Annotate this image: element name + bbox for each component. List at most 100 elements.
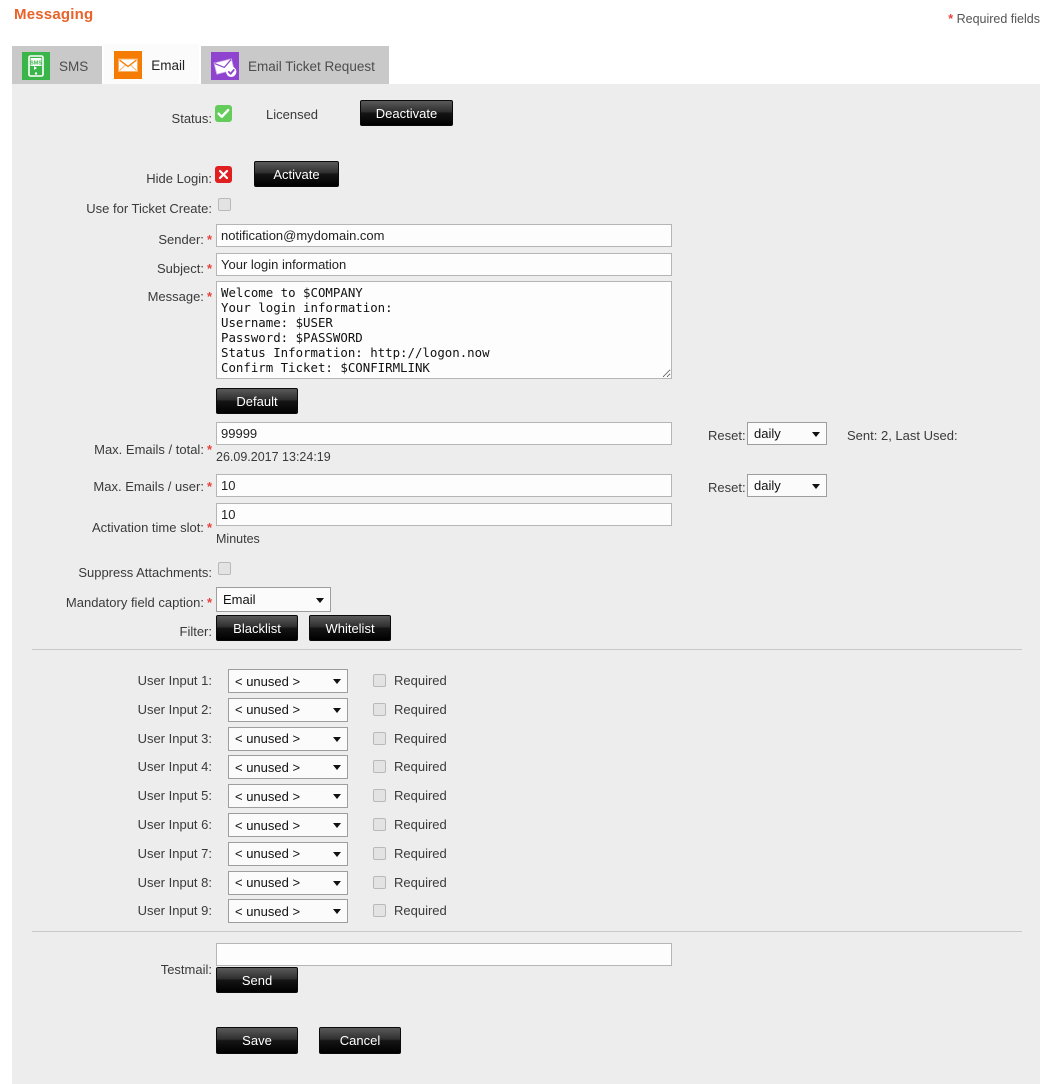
settings-panel: Status: Licensed Deactivate Hide Login: …: [12, 84, 1040, 1084]
user-input-3-select-wrap: < unused >: [228, 726, 348, 751]
whitelist-button[interactable]: Whitelist: [309, 615, 391, 641]
blacklist-button[interactable]: Blacklist: [216, 615, 298, 641]
user-input-4-label: User Input 4:: [137, 759, 212, 775]
user-input-1-select-wrap: < unused >: [228, 669, 348, 693]
max-emails-user-input[interactable]: [216, 474, 672, 497]
testmail-label: Testmail:: [160, 962, 212, 977]
user-input-4-required-checkbox[interactable]: [373, 760, 386, 774]
user-input-2-required-label: Required: [394, 701, 447, 717]
sent-info-label: Sent: 2, Last Used:: [847, 428, 958, 443]
save-button[interactable]: Save: [216, 1027, 298, 1054]
max-emails-total-label: Max. Emails / total: *: [94, 442, 212, 457]
suppress-attachments-label: Suppress Attachments:: [78, 565, 212, 580]
user-input-8-label: User Input 8:: [137, 874, 212, 890]
suppress-attachments-checkbox[interactable]: [218, 562, 231, 575]
mandatory-field-caption-label: Mandatory field caption: *: [65, 595, 212, 610]
user-input-2-select-wrap: < unused >: [228, 697, 348, 722]
activate-button[interactable]: Activate: [254, 161, 339, 187]
user-input-5-select[interactable]: < unused >: [228, 784, 348, 809]
svg-text:SMS: SMS: [30, 61, 42, 67]
user-input-7-required-label: Required: [394, 845, 447, 861]
user-input-4-select-wrap: < unused >: [228, 755, 348, 780]
user-input-3-required-label: Required: [394, 730, 447, 746]
user-input-1-required-label: Required: [394, 673, 447, 688]
mandatory-field-caption-select[interactable]: Email: [216, 587, 331, 612]
user-input-1-required-checkbox[interactable]: [373, 674, 386, 687]
use-for-ticket-create-checkbox[interactable]: [218, 198, 231, 211]
status-value: Licensed: [266, 107, 319, 122]
max-emails-user-label: Max. Emails / user: *: [93, 479, 212, 494]
user-input-3-select[interactable]: < unused >: [228, 726, 348, 751]
user-input-6-required-label: Required: [394, 817, 447, 832]
cross-icon: [215, 166, 232, 183]
user-input-6-label: User Input 6:: [137, 817, 212, 832]
user-input-3-label: User Input 3:: [137, 730, 212, 746]
user-input-9-required-label: Required: [394, 903, 447, 919]
max-emails-total-reset-wrap: daily: [747, 422, 827, 445]
tab-email-label: Email: [151, 57, 186, 73]
required-fields-note: * Required fields: [948, 12, 1040, 26]
required-asterisk: *: [948, 12, 954, 26]
testmail-input[interactable]: [216, 943, 672, 966]
user-input-1-label: User Input 1:: [137, 673, 212, 688]
user-input-3-required-checkbox[interactable]: [373, 731, 386, 745]
subject-input[interactable]: [216, 253, 672, 276]
user-input-8-required-checkbox[interactable]: [373, 875, 386, 889]
sender-input[interactable]: [216, 224, 672, 247]
user-input-5-required-checkbox[interactable]: [373, 789, 386, 803]
envelope-check-icon: [211, 52, 240, 80]
activation-time-slot-input[interactable]: [216, 503, 672, 526]
user-input-2-select[interactable]: < unused >: [228, 697, 348, 722]
activation-time-slot-unit: Minutes: [216, 532, 260, 546]
max-emails-total-reset-label: Reset:: [708, 428, 746, 443]
last-used-timestamp: 26.09.2017 13:24:19: [216, 450, 331, 464]
sender-label: Sender: *: [158, 232, 212, 247]
tab-email[interactable]: Email: [104, 44, 200, 86]
user-input-9-select[interactable]: < unused >: [228, 899, 348, 924]
user-input-5-label: User Input 5:: [137, 788, 212, 804]
user-input-9-label: User Input 9:: [137, 903, 212, 919]
checkmark-icon: [215, 105, 232, 122]
max-emails-user-reset-wrap: daily: [747, 474, 827, 497]
max-emails-user-reset-select[interactable]: daily: [747, 474, 827, 497]
deactivate-button[interactable]: Deactivate: [360, 100, 453, 126]
user-input-7-label: User Input 7:: [137, 845, 212, 861]
tab-email-ticket-request-label: Email Ticket Request: [248, 58, 375, 74]
message-label: Message: *: [147, 289, 212, 304]
messaging-settings-page: Messaging * Required fields SMS SMS Emai…: [0, 0, 1052, 1084]
user-input-6-select[interactable]: < unused >: [228, 813, 348, 837]
sms-icon: SMS: [22, 52, 50, 80]
user-input-7-required-checkbox[interactable]: [373, 846, 386, 860]
user-input-2-label: User Input 2:: [137, 701, 212, 717]
user-input-6-select-wrap: < unused >: [228, 813, 348, 837]
filter-label: Filter:: [179, 624, 213, 639]
cancel-button[interactable]: Cancel: [319, 1027, 401, 1054]
default-button[interactable]: Default: [216, 388, 298, 414]
tab-bar: SMS SMS Email Email Ticket Request: [12, 44, 391, 86]
max-emails-total-reset-select[interactable]: daily: [747, 422, 827, 445]
required-fields-label: Required fields: [956, 12, 1040, 26]
user-input-6-required-checkbox[interactable]: [373, 818, 386, 831]
user-input-4-select[interactable]: < unused >: [228, 755, 348, 780]
use-for-ticket-create-label: Use for Ticket Create:: [86, 201, 212, 216]
tab-sms-label: SMS: [59, 58, 89, 74]
user-input-1-select[interactable]: < unused >: [228, 669, 348, 693]
user-input-2-required-checkbox[interactable]: [373, 702, 386, 716]
tab-sms[interactable]: SMS SMS: [12, 46, 103, 86]
send-testmail-button[interactable]: Send: [216, 967, 298, 993]
max-emails-total-input[interactable]: [216, 422, 672, 445]
user-input-4-required-label: Required: [394, 759, 447, 775]
user-input-8-required-label: Required: [394, 874, 447, 890]
max-emails-user-reset-label: Reset:: [708, 480, 746, 495]
user-input-8-select[interactable]: < unused >: [228, 870, 348, 895]
message-textarea[interactable]: Welcome to $COMPANY Your login informati…: [216, 281, 672, 379]
envelope-icon: [114, 51, 143, 79]
page-title: Messaging: [14, 6, 94, 23]
tab-email-ticket-request[interactable]: Email Ticket Request: [201, 46, 389, 86]
mandatory-field-caption-wrap: Email: [216, 587, 331, 612]
user-input-7-select-wrap: < unused >: [228, 841, 348, 866]
status-label: Status:: [171, 111, 212, 126]
user-input-9-required-checkbox[interactable]: [373, 904, 386, 918]
user-input-9-select-wrap: < unused >: [228, 899, 348, 924]
user-input-7-select[interactable]: < unused >: [228, 841, 348, 866]
